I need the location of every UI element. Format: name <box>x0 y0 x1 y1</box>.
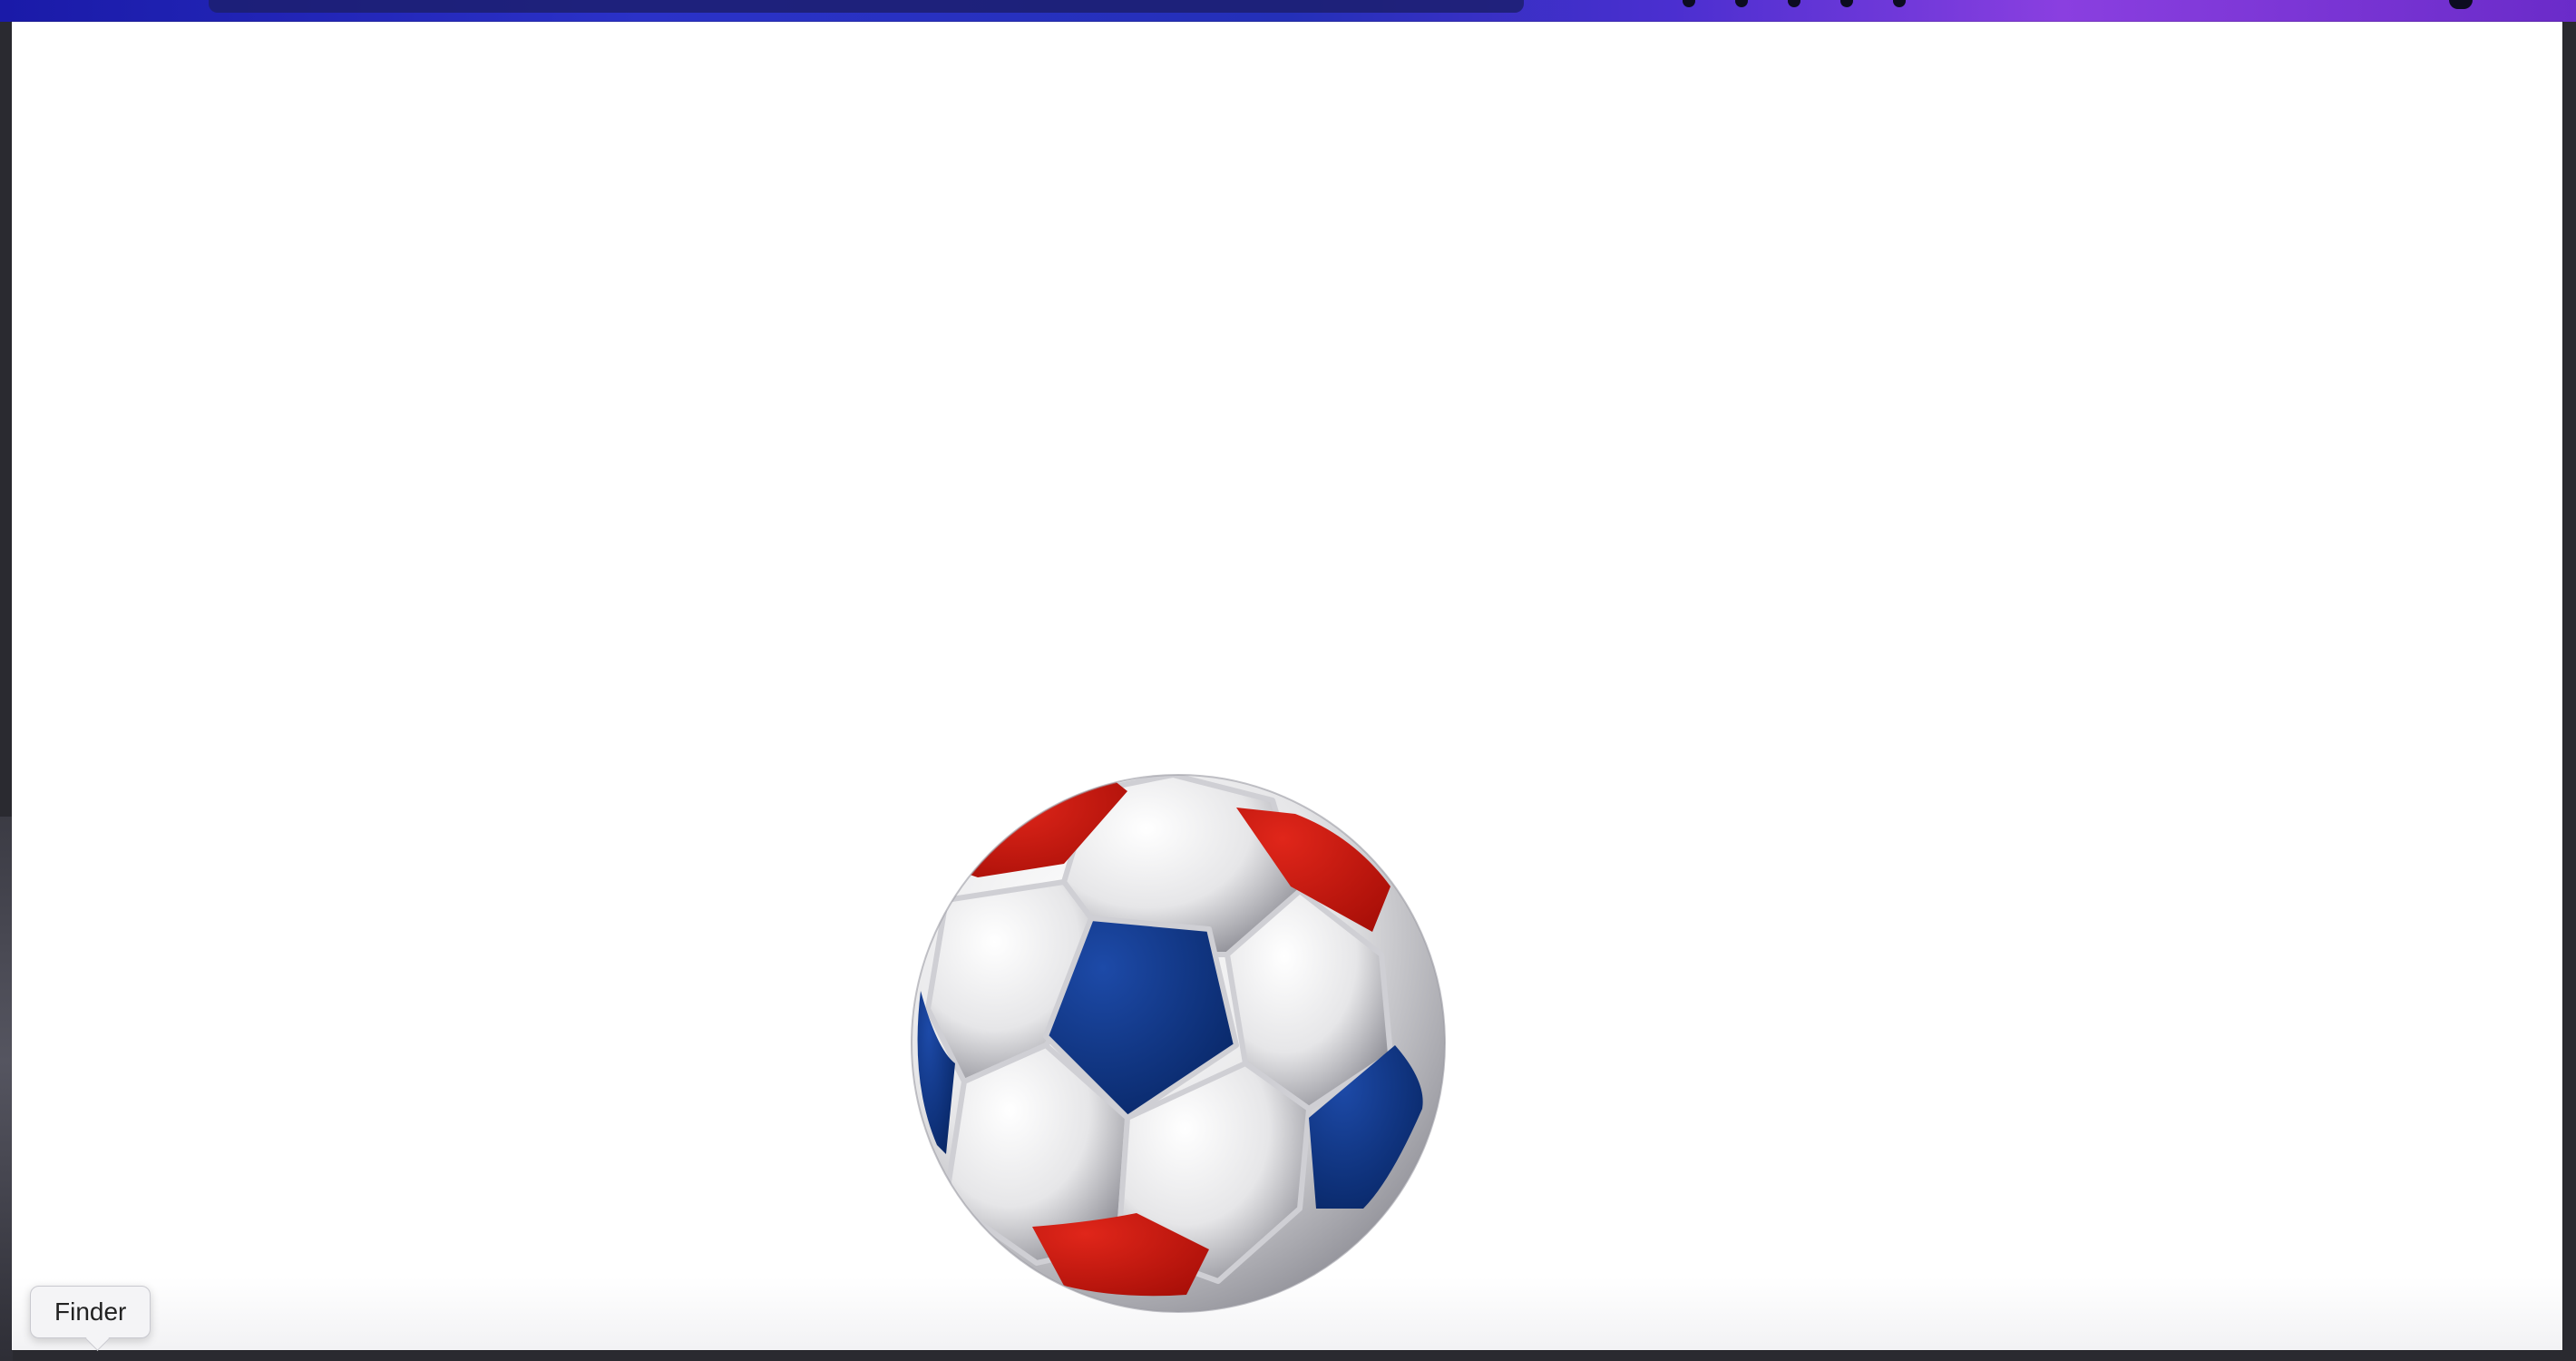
desktop-wallpaper-edge <box>0 817 13 1361</box>
toolbar-icon[interactable] <box>1683 0 1695 7</box>
desktop: Finder <box>0 0 2576 1361</box>
toolbar-icon[interactable] <box>1788 0 1800 7</box>
toolbar-icon[interactable] <box>1735 0 1748 7</box>
browser-chrome-strip <box>0 0 2576 22</box>
address-bar[interactable] <box>209 0 1524 13</box>
dock-tooltip-label: Finder <box>54 1297 127 1326</box>
toolbar-icon[interactable] <box>1893 0 1906 7</box>
profile-avatar[interactable] <box>2449 0 2473 9</box>
dock-tooltip: Finder <box>30 1286 151 1338</box>
toolbar-icon[interactable] <box>1840 0 1853 7</box>
toolbar-icons <box>1683 0 1906 7</box>
soccer-ball-image <box>911 774 1446 1313</box>
